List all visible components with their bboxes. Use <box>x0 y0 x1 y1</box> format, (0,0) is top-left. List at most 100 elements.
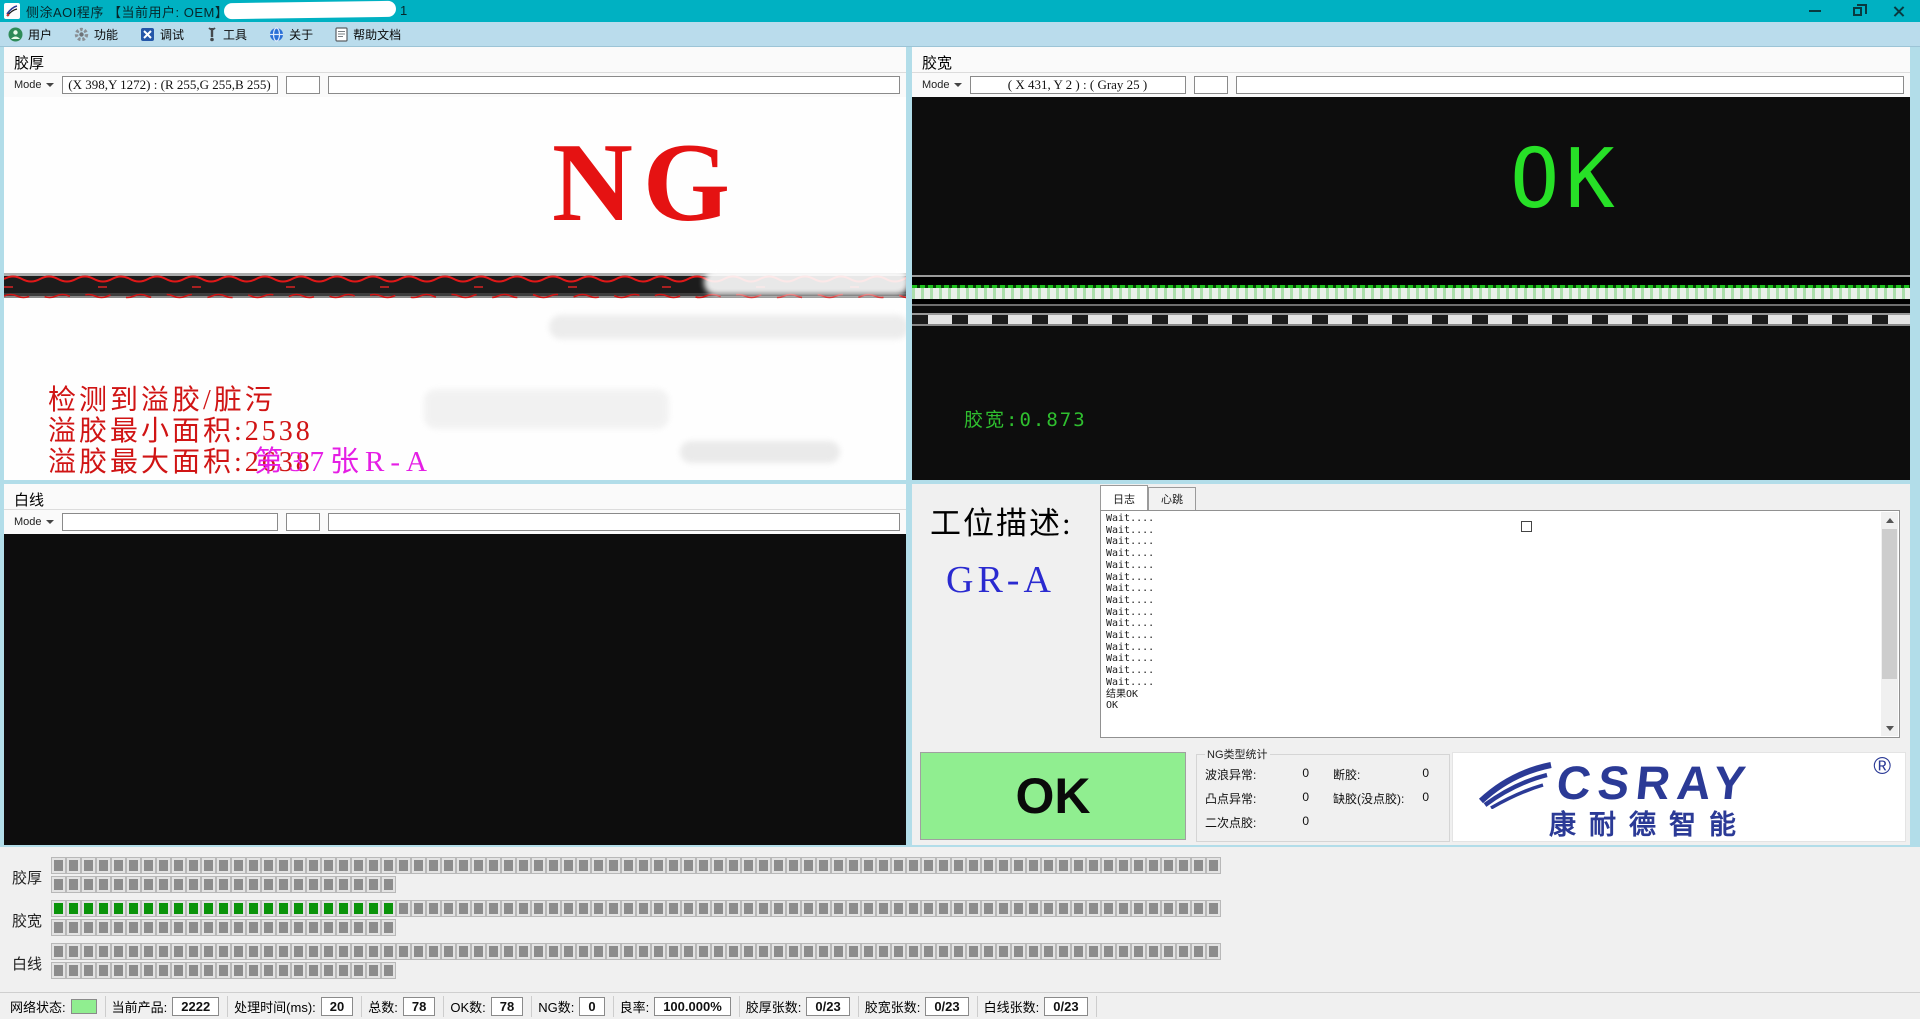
minimize-button[interactable] <box>1794 0 1836 22</box>
window-controls <box>1794 0 1920 22</box>
indicator-row <box>52 901 1220 916</box>
indicator-cell-off <box>862 944 875 959</box>
indicator-cell-off <box>607 858 620 873</box>
close-button[interactable] <box>1878 0 1920 22</box>
status-ok-count: OK数:78 <box>444 996 532 1017</box>
indicator-cell-off <box>562 858 575 873</box>
status-value: 0/23 <box>806 997 849 1016</box>
brand-chinese-name: 康耐德智能 <box>1549 803 1749 842</box>
indicator-cell-off <box>1087 901 1100 916</box>
indicator-cell-on <box>67 901 80 916</box>
log-line: OK <box>1106 700 1879 712</box>
indicator-cell-off <box>352 858 365 873</box>
indicator-cell-off <box>1192 944 1205 959</box>
restore-button[interactable] <box>1836 0 1878 22</box>
indicator-cell-off <box>787 944 800 959</box>
indicator-cell-off <box>307 963 320 978</box>
result-text-ng: NG <box>552 127 740 239</box>
glue-thickness-mode-row: Mode (X 398,Y 1272) : (R 255,G 255,B 255… <box>4 73 906 97</box>
indicator-cell-off <box>652 901 665 916</box>
indicator-cell-off <box>217 920 230 935</box>
log-scrollbar[interactable] <box>1881 512 1898 736</box>
glue-thickness-panel: 胶厚 Mode (X 398,Y 1272) : (R 255,G 255,B … <box>4 47 906 480</box>
indicator-cell-off <box>187 944 200 959</box>
indicator-cell-off <box>277 877 290 892</box>
indicator-cell-off <box>157 920 170 935</box>
indicator-cell-off <box>1132 901 1145 916</box>
indicator-cell-off <box>1012 901 1025 916</box>
indicator-cell-off <box>1177 944 1190 959</box>
indicator-cell-off <box>847 901 860 916</box>
indicator-cell-off <box>907 944 920 959</box>
status-value: 0/23 <box>1044 997 1087 1016</box>
tab-heartbeat[interactable]: 心跳 <box>1148 487 1196 510</box>
censor-smudge <box>424 389 669 429</box>
indicator-cell-off <box>787 858 800 873</box>
indicator-cell-off <box>442 944 455 959</box>
indicator-cell-off <box>757 858 770 873</box>
log-line: Wait.... <box>1106 630 1879 642</box>
indicator-cell-off <box>1117 901 1130 916</box>
indicator-cell-off <box>292 944 305 959</box>
indicator-cell-off <box>547 901 560 916</box>
pixel-readout: (X 398,Y 1272) : (R 255,G 255,B 255) <box>62 76 278 94</box>
mode-box-wide <box>328 76 900 94</box>
mode-dropdown[interactable]: Mode <box>922 79 962 91</box>
status-value: 20 <box>321 997 353 1016</box>
indicator-cell-off <box>67 963 80 978</box>
result-ok-button[interactable]: OK <box>920 752 1186 840</box>
log-line: Wait.... <box>1106 618 1879 630</box>
indicator-cell-off <box>82 858 95 873</box>
indicator-cell-off <box>232 944 245 959</box>
indicator-cell-on <box>52 901 65 916</box>
indicator-cell-off <box>82 877 95 892</box>
titlebar: 侧涂AOI程序 【当前用户: OEM】 编 1 <box>0 0 1920 22</box>
mode-dropdown[interactable]: Mode <box>14 516 54 528</box>
scroll-down-button[interactable] <box>1881 720 1898 736</box>
menu-item-debug[interactable]: 调试 <box>140 26 184 43</box>
indicator-cell-off <box>652 944 665 959</box>
mode-label: Mode <box>14 79 42 91</box>
title-censor-blob <box>224 1 396 19</box>
user-icon <box>8 27 23 42</box>
indicator-cell-off <box>247 877 260 892</box>
indicator-cell-on <box>232 901 245 916</box>
indicator-cell-off <box>862 901 875 916</box>
menu-item-user[interactable]: 用户 <box>8 26 52 43</box>
menu-item-tools[interactable]: 工具 <box>206 26 247 43</box>
log-checkbox[interactable] <box>1521 521 1532 532</box>
menu-item-function[interactable]: 功能 <box>74 26 118 43</box>
wrench-icon <box>206 27 218 42</box>
log-list[interactable]: Wait....Wait....Wait....Wait....Wait....… <box>1100 510 1900 738</box>
indicator-row <box>52 944 1220 959</box>
status-label: NG数: <box>538 997 574 1016</box>
indicator-cell-off <box>892 858 905 873</box>
scrollbar-thumb[interactable] <box>1882 529 1897 679</box>
document-icon <box>335 27 348 42</box>
indicator-cell-off <box>847 858 860 873</box>
mode-dropdown[interactable]: Mode <box>14 79 54 91</box>
menu-item-about[interactable]: 关于 <box>269 26 313 43</box>
indicator-cell-off <box>1162 901 1175 916</box>
indicator-cell-off <box>367 858 380 873</box>
glue-thickness-title: 胶厚 <box>4 47 906 73</box>
menu-label: 功能 <box>94 26 118 43</box>
indicator-cell-off <box>577 901 590 916</box>
status-label: 网络状态: <box>10 997 66 1016</box>
glue-thickness-image: NG 检测到溢胶/脏污 溢胶最小面积:2538 溢胶最大面积:2638 第37张… <box>4 97 906 480</box>
status-label: 良率: <box>620 997 650 1016</box>
status-current-product: 当前产品:2222 <box>106 996 229 1017</box>
mode-label: Mode <box>922 79 950 91</box>
mode-label: Mode <box>14 516 42 528</box>
debug-icon <box>140 27 155 42</box>
menu-item-help[interactable]: 帮助文档 <box>335 26 401 43</box>
indicator-cell-off <box>907 858 920 873</box>
menu-label: 调试 <box>160 26 184 43</box>
indicator-cell-off <box>292 858 305 873</box>
scroll-up-button[interactable] <box>1881 512 1898 528</box>
tab-log[interactable]: 日志 <box>1100 485 1148 510</box>
indicator-cell-off <box>667 858 680 873</box>
indicator-cell-off <box>292 877 305 892</box>
brand-name: CSRAY <box>1554 755 1755 810</box>
indicator-cell-off <box>1042 858 1055 873</box>
